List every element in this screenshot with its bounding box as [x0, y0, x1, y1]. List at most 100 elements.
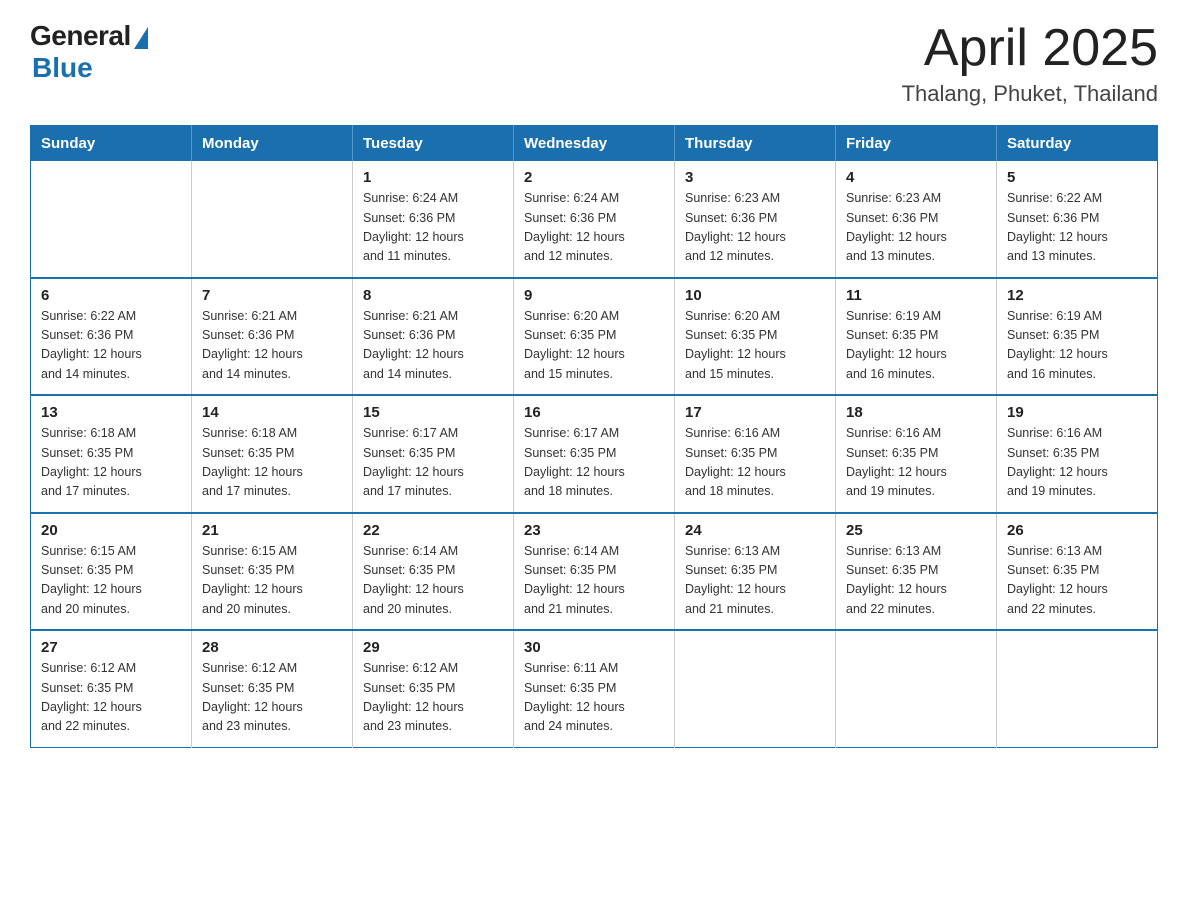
calendar-cell: 23Sunrise: 6:14 AMSunset: 6:35 PMDayligh… — [514, 513, 675, 631]
calendar-cell: 30 Sunrise: 6:11 AMSunset: 6:35 PMDayligh… — [514, 630, 675, 747]
calendar-cell — [675, 630, 836, 747]
day-info: Sunrise: 6:15 AMSunset: 6:35 PMDaylight:… — [41, 542, 181, 620]
calendar-cell: 9 Sunrise: 6:20 AMSunset: 6:35 PMDaylight… — [514, 278, 675, 396]
day-info: Sunrise: 6:24 AMSunset: 6:36 PMDaylight:… — [524, 189, 664, 267]
day-info: Sunrise: 6:22 AMSunset: 6:36 PMDaylight:… — [1007, 189, 1147, 267]
day-info: Sunrise: 6:17 AMSunset: 6:35 PMDaylight:… — [524, 424, 664, 502]
day-info: Sunrise: 6:19 AMSunset: 6:35 PMDaylight:… — [1007, 307, 1147, 385]
day-number: 11 — [846, 287, 986, 304]
calendar-cell: 20Sunrise: 6:15 AMSunset: 6:35 PMDayligh… — [31, 513, 192, 631]
day-number: 10 — [685, 287, 825, 304]
day-number: 30 — [524, 639, 664, 656]
day-info: Sunrise: 6:23 AMSunset: 6:36 PMDaylight:… — [846, 189, 986, 267]
day-number: 3 — [685, 169, 825, 186]
day-number: 9 — [524, 287, 664, 304]
day-number: 19 — [1007, 404, 1147, 421]
week-row-1: 1Sunrise: 6:24 AMSunset: 6:36 PMDaylight… — [31, 161, 1158, 278]
day-number: 15 — [363, 404, 503, 421]
calendar-cell: 10 Sunrise: 6:20 AMSunset: 6:35 PMDayligh… — [675, 278, 836, 396]
calendar-cell: 8 Sunrise: 6:21 AMSunset: 6:36 PMDaylight… — [353, 278, 514, 396]
calendar-cell: 14Sunrise: 6:18 AMSunset: 6:35 PMDayligh… — [192, 395, 353, 513]
day-info: Sunrise: 6:12 AMSunset: 6:35 PMDaylight:… — [41, 659, 181, 737]
calendar-title: April 2025 — [902, 20, 1158, 77]
day-number: 2 — [524, 169, 664, 186]
calendar-cell: 18 Sunrise: 6:16 AMSunset: 6:35 PMDayligh… — [836, 395, 997, 513]
title-block: April 2025 Thalang, Phuket, Thailand — [902, 20, 1158, 107]
calendar-cell: 2 Sunrise: 6:24 AMSunset: 6:36 PMDaylight… — [514, 161, 675, 278]
day-number: 21 — [202, 522, 342, 539]
page-header: General Blue April 2025 Thalang, Phuket,… — [30, 20, 1158, 107]
calendar-table: SundayMondayTuesdayWednesdayThursdayFrid… — [30, 125, 1158, 748]
day-info: Sunrise: 6:11 AMSunset: 6:35 PMDaylight:… — [524, 659, 664, 737]
logo-triangle-icon — [134, 27, 148, 49]
week-row-5: 27 Sunrise: 6:12 AMSunset: 6:35 PMDayligh… — [31, 630, 1158, 747]
day-number: 7 — [202, 287, 342, 304]
day-number: 12 — [1007, 287, 1147, 304]
weekday-header-friday: Friday — [836, 126, 997, 162]
day-info: Sunrise: 6:21 AMSunset: 6:36 PMDaylight:… — [363, 307, 503, 385]
calendar-cell: 16 Sunrise: 6:17 AMSunset: 6:35 PMDayligh… — [514, 395, 675, 513]
day-number: 14 — [202, 404, 342, 421]
calendar-cell: 15 Sunrise: 6:17 AMSunset: 6:35 PMDayligh… — [353, 395, 514, 513]
day-info: Sunrise: 6:18 AMSunset: 6:35 PMDaylight:… — [41, 424, 181, 502]
day-number: 28 — [202, 639, 342, 656]
calendar-cell: 4 Sunrise: 6:23 AMSunset: 6:36 PMDaylight… — [836, 161, 997, 278]
calendar-cell — [192, 161, 353, 278]
day-info: Sunrise: 6:16 AMSunset: 6:35 PMDaylight:… — [685, 424, 825, 502]
week-row-2: 6Sunrise: 6:22 AMSunset: 6:36 PMDaylight… — [31, 278, 1158, 396]
calendar-cell: 29Sunrise: 6:12 AMSunset: 6:35 PMDayligh… — [353, 630, 514, 747]
calendar-cell: 17 Sunrise: 6:16 AMSunset: 6:35 PMDayligh… — [675, 395, 836, 513]
day-number: 24 — [685, 522, 825, 539]
weekday-header-thursday: Thursday — [675, 126, 836, 162]
calendar-cell — [31, 161, 192, 278]
day-number: 22 — [363, 522, 503, 539]
calendar-cell: 24 Sunrise: 6:13 AMSunset: 6:35 PMDayligh… — [675, 513, 836, 631]
weekday-header-tuesday: Tuesday — [353, 126, 514, 162]
day-number: 4 — [846, 169, 986, 186]
day-info: Sunrise: 6:21 AMSunset: 6:36 PMDaylight:… — [202, 307, 342, 385]
day-number: 27 — [41, 639, 181, 656]
day-info: Sunrise: 6:15 AMSunset: 6:35 PMDaylight:… — [202, 542, 342, 620]
day-info: Sunrise: 6:13 AMSunset: 6:35 PMDaylight:… — [685, 542, 825, 620]
calendar-cell: 21 Sunrise: 6:15 AMSunset: 6:35 PMDayligh… — [192, 513, 353, 631]
day-info: Sunrise: 6:23 AMSunset: 6:36 PMDaylight:… — [685, 189, 825, 267]
day-info: Sunrise: 6:16 AMSunset: 6:35 PMDaylight:… — [1007, 424, 1147, 502]
day-number: 16 — [524, 404, 664, 421]
day-number: 26 — [1007, 522, 1147, 539]
day-info: Sunrise: 6:14 AMSunset: 6:35 PMDaylight:… — [363, 542, 503, 620]
calendar-cell: 26 Sunrise: 6:13 AMSunset: 6:35 PMDayligh… — [997, 513, 1158, 631]
weekday-header-wednesday: Wednesday — [514, 126, 675, 162]
day-info: Sunrise: 6:17 AMSunset: 6:35 PMDaylight:… — [363, 424, 503, 502]
calendar-cell: 7 Sunrise: 6:21 AMSunset: 6:36 PMDaylight… — [192, 278, 353, 396]
day-info: Sunrise: 6:22 AMSunset: 6:36 PMDaylight:… — [41, 307, 181, 385]
day-number: 25 — [846, 522, 986, 539]
day-info: Sunrise: 6:13 AMSunset: 6:35 PMDaylight:… — [1007, 542, 1147, 620]
weekday-header-sunday: Sunday — [31, 126, 192, 162]
day-info: Sunrise: 6:14 AMSunset: 6:35 PMDaylight:… — [524, 542, 664, 620]
day-number: 18 — [846, 404, 986, 421]
calendar-cell: 3 Sunrise: 6:23 AMSunset: 6:36 PMDaylight… — [675, 161, 836, 278]
calendar-cell: 13 Sunrise: 6:18 AMSunset: 6:35 PMDayligh… — [31, 395, 192, 513]
calendar-cell: 11 Sunrise: 6:19 AMSunset: 6:35 PMDayligh… — [836, 278, 997, 396]
day-info: Sunrise: 6:20 AMSunset: 6:35 PMDaylight:… — [685, 307, 825, 385]
day-number: 5 — [1007, 169, 1147, 186]
day-number: 13 — [41, 404, 181, 421]
calendar-cell: 25 Sunrise: 6:13 AMSunset: 6:35 PMDayligh… — [836, 513, 997, 631]
day-info: Sunrise: 6:12 AMSunset: 6:35 PMDaylight:… — [202, 659, 342, 737]
calendar-cell: 27 Sunrise: 6:12 AMSunset: 6:35 PMDayligh… — [31, 630, 192, 747]
weekday-header-saturday: Saturday — [997, 126, 1158, 162]
day-info: Sunrise: 6:13 AMSunset: 6:35 PMDaylight:… — [846, 542, 986, 620]
weekday-header-monday: Monday — [192, 126, 353, 162]
calendar-cell: 19 Sunrise: 6:16 AMSunset: 6:35 PMDayligh… — [997, 395, 1158, 513]
calendar-location: Thalang, Phuket, Thailand — [902, 81, 1158, 107]
day-number: 8 — [363, 287, 503, 304]
logo-blue-text: Blue — [32, 52, 93, 84]
day-number: 17 — [685, 404, 825, 421]
day-info: Sunrise: 6:24 AMSunset: 6:36 PMDaylight:… — [363, 189, 503, 267]
day-info: Sunrise: 6:16 AMSunset: 6:35 PMDaylight:… — [846, 424, 986, 502]
day-info: Sunrise: 6:20 AMSunset: 6:35 PMDaylight:… — [524, 307, 664, 385]
week-row-3: 13 Sunrise: 6:18 AMSunset: 6:35 PMDayligh… — [31, 395, 1158, 513]
logo: General Blue — [30, 20, 148, 84]
day-number: 29 — [363, 639, 503, 656]
day-info: Sunrise: 6:19 AMSunset: 6:35 PMDaylight:… — [846, 307, 986, 385]
